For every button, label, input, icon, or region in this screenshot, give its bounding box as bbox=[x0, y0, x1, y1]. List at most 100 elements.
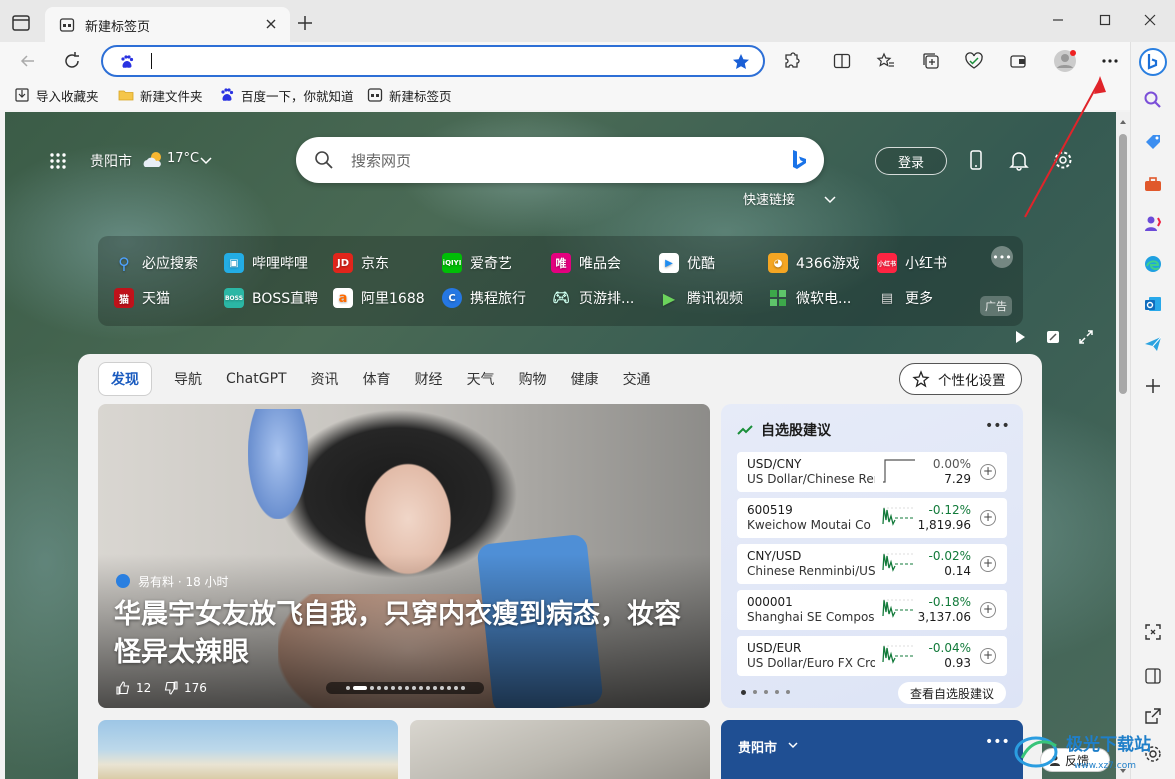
quick-link-xiaohongshu[interactable]: 小红书 小红书 bbox=[877, 252, 947, 274]
scroll-up-icon[interactable] bbox=[1119, 118, 1127, 126]
bookmark-newtab[interactable]: 新建标签页 bbox=[367, 85, 452, 105]
quick-link-ms-store[interactable]: 微软电... bbox=[768, 287, 851, 309]
tab-discover[interactable]: 发现 bbox=[98, 362, 152, 396]
tab-finance[interactable]: 财经 bbox=[415, 369, 443, 389]
external-link-icon[interactable] bbox=[1143, 706, 1163, 726]
add-to-watchlist-icon[interactable]: + bbox=[980, 464, 996, 480]
phone-icon[interactable] bbox=[965, 149, 987, 171]
sidebar-settings-icon[interactable] bbox=[1143, 744, 1163, 764]
stock-row[interactable]: USD/CNYUS Dollar/Chinese Ren... 0.00%7.29… bbox=[737, 452, 1007, 492]
profile-avatar[interactable] bbox=[1053, 49, 1077, 73]
weather-city[interactable]: 贵阳市 bbox=[90, 151, 132, 171]
tab-health[interactable]: 健康 bbox=[571, 369, 599, 389]
tab-shopping[interactable]: 购物 bbox=[519, 369, 547, 389]
maximize-icon[interactable] bbox=[1097, 12, 1113, 28]
address-bar[interactable] bbox=[101, 45, 765, 77]
quick-link-vip[interactable]: 唯唯品会 bbox=[551, 252, 621, 274]
page-scrollbar[interactable] bbox=[1116, 112, 1130, 779]
back-icon[interactable] bbox=[18, 51, 38, 71]
quick-link-tencent-video[interactable]: ▶ 腾讯视频 bbox=[659, 287, 743, 309]
chevron-down-icon[interactable] bbox=[199, 153, 213, 167]
telegram-send-icon[interactable] bbox=[1143, 334, 1163, 354]
stock-row[interactable]: USD/EUR US Dollar/Euro FX Cro... -0.04% 0.9… bbox=[737, 636, 1007, 676]
quick-link-jd[interactable]: JD 京东 bbox=[333, 252, 389, 274]
tab-traffic[interactable]: 交通 bbox=[623, 369, 651, 389]
extensions-icon[interactable] bbox=[782, 51, 802, 71]
tab-actions-icon[interactable] bbox=[10, 12, 32, 34]
favorite-star-icon[interactable] bbox=[731, 52, 751, 72]
article-headline[interactable]: 华晨宇女友放飞自我，只穿内衣瘦到病态，妆容怪异太辣眼 bbox=[114, 596, 694, 672]
copilot-icon[interactable] bbox=[1139, 48, 1167, 76]
browser-tab[interactable]: 新建标签页 bbox=[45, 7, 290, 42]
city-card-title[interactable]: 贵阳市 bbox=[738, 737, 777, 756]
chevron-down-icon[interactable] bbox=[787, 739, 799, 751]
bookmark-import[interactable]: 导入收藏夹 bbox=[14, 85, 99, 105]
wallet-icon[interactable] bbox=[1008, 51, 1028, 71]
bookmark-new-folder[interactable]: 新建文件夹 bbox=[118, 85, 203, 105]
expand-icon[interactable] bbox=[1078, 329, 1094, 345]
close-tab-icon[interactable] bbox=[263, 16, 279, 32]
add-to-watchlist-icon[interactable]: + bbox=[980, 556, 996, 572]
carousel-pager[interactable] bbox=[326, 682, 484, 694]
dislike-button[interactable]: 176 bbox=[164, 681, 207, 695]
quick-link-youku[interactable]: ▶ 优酷 bbox=[659, 252, 715, 274]
quick-link-iqiyi[interactable]: iQIYI 爱奇艺 bbox=[442, 252, 512, 274]
hero-article-card[interactable]: 易有料 · 18 小时 华晨宇女友放飞自我，只穿内衣瘦到病态，妆容怪异太辣眼 1… bbox=[98, 404, 710, 708]
quick-link-ctrip[interactable]: C 携程旅行 bbox=[442, 287, 526, 309]
quick-link-1688[interactable]: a 阿里1688 bbox=[333, 287, 425, 309]
more-menu-icon[interactable] bbox=[1100, 51, 1120, 71]
edit-background-icon[interactable] bbox=[1045, 329, 1061, 345]
search-icon[interactable] bbox=[1143, 90, 1163, 110]
add-sidebar-app-icon[interactable] bbox=[1143, 376, 1163, 396]
tab-navigation[interactable]: 导航 bbox=[174, 369, 202, 389]
stock-row[interactable]: 000001Shanghai SE Composit... -0.18%3,137… bbox=[737, 590, 1007, 630]
minimize-icon[interactable] bbox=[1050, 12, 1066, 28]
outlook-icon[interactable] bbox=[1143, 294, 1163, 314]
weather-temperature[interactable]: 17°C bbox=[167, 151, 199, 166]
tab-chatgpt[interactable]: ChatGPT bbox=[226, 371, 287, 387]
quick-link-bing[interactable]: ⚲ 必应搜索 bbox=[114, 252, 198, 274]
quick-links-toggle[interactable]: 快速链接 bbox=[743, 189, 795, 208]
new-tab-icon[interactable] bbox=[296, 14, 314, 32]
article-card-image[interactable] bbox=[98, 720, 398, 779]
stock-row[interactable]: 600519 Kweichow Moutai Co ... -0.12% 1,819.… bbox=[737, 498, 1007, 538]
add-to-watchlist-icon[interactable]: + bbox=[980, 602, 996, 618]
bing-icon[interactable] bbox=[790, 149, 808, 171]
shopping-tag-icon[interactable] bbox=[1143, 132, 1163, 152]
web-search-box[interactable]: 搜索网页 bbox=[296, 137, 824, 183]
view-watchlist-button[interactable]: 查看自选股建议 bbox=[898, 682, 1006, 704]
tab-weather[interactable]: 天气 bbox=[467, 369, 495, 389]
stock-row[interactable]: CNY/USDChinese Renminbi/US ... -0.02%0.14… bbox=[737, 544, 1007, 584]
like-button[interactable]: 12 bbox=[116, 681, 151, 695]
settings-gear-icon[interactable] bbox=[1052, 149, 1074, 171]
chevron-down-icon[interactable] bbox=[823, 192, 837, 206]
feedback-button[interactable]: 反馈 bbox=[1040, 748, 1110, 772]
add-to-watchlist-icon[interactable]: + bbox=[980, 510, 996, 526]
tab-news[interactable]: 资讯 bbox=[311, 369, 339, 389]
hide-sidebar-icon[interactable] bbox=[1143, 666, 1163, 686]
city-weather-card[interactable]: 贵阳市 ••• bbox=[721, 720, 1023, 779]
screenshot-icon[interactable] bbox=[1143, 622, 1163, 642]
close-window-icon[interactable] bbox=[1142, 12, 1158, 28]
collections-icon[interactable] bbox=[921, 51, 941, 71]
article-card-image[interactable] bbox=[410, 720, 710, 779]
article-source[interactable]: 易有料 · 18 小时 bbox=[138, 573, 229, 590]
quick-link-bilibili[interactable]: ▣ 哔哩哔哩 bbox=[224, 252, 308, 274]
refresh-icon[interactable] bbox=[62, 51, 82, 71]
login-button[interactable]: 登录 bbox=[875, 147, 947, 175]
city-card-more-button[interactable]: ••• bbox=[985, 734, 1010, 750]
scrollbar-thumb[interactable] bbox=[1119, 134, 1127, 394]
notification-bell-icon[interactable] bbox=[1008, 149, 1030, 171]
quick-link-boss[interactable]: BOSS BOSS直聘 bbox=[224, 287, 318, 309]
stocks-more-button[interactable]: ••• bbox=[985, 418, 1010, 434]
quick-links-more-button[interactable]: ••• bbox=[991, 246, 1013, 268]
add-to-watchlist-icon[interactable]: + bbox=[980, 648, 996, 664]
quick-link-4366[interactable]: ◕ 4366游戏 bbox=[768, 252, 860, 274]
play-background-icon[interactable] bbox=[1012, 329, 1028, 345]
search-placeholder[interactable]: 搜索网页 bbox=[351, 150, 411, 171]
bookmark-baidu[interactable]: 百度一下，你就知道 bbox=[219, 85, 354, 105]
personalize-button[interactable]: 个性化设置 bbox=[899, 363, 1022, 395]
tools-icon[interactable] bbox=[1143, 174, 1163, 194]
quick-link-webgames[interactable]: 🎮︎ 页游排... bbox=[551, 287, 634, 309]
tab-sports[interactable]: 体育 bbox=[363, 369, 391, 389]
